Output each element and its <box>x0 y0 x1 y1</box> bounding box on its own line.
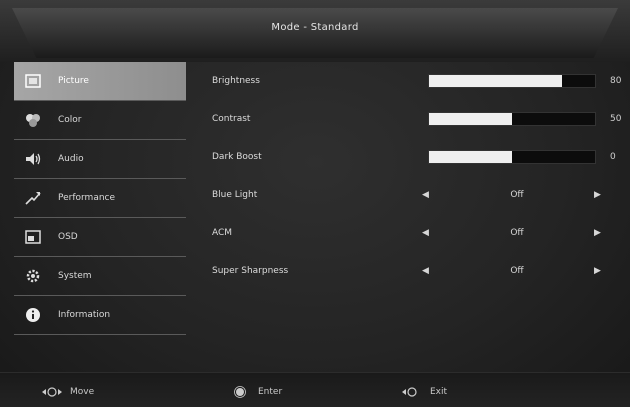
picture-icon <box>24 72 42 90</box>
contrast-value: 50 <box>610 114 622 124</box>
sidebar-item-performance[interactable]: Performance <box>14 179 186 218</box>
color-palette-icon <box>24 111 42 129</box>
sidebar-item-osd[interactable]: OSD <box>14 218 186 257</box>
sidebar-item-label: Performance <box>58 193 116 203</box>
sidebar-item-color[interactable]: Color <box>14 101 186 140</box>
contrast-label: Contrast <box>212 114 251 124</box>
dark-boost-label: Dark Boost <box>212 152 262 162</box>
dark-boost-slider[interactable] <box>428 150 596 164</box>
blue-light-value: Off <box>510 190 524 200</box>
dark-boost-value: 0 <box>610 152 616 162</box>
sidebar-item-label: Color <box>58 115 82 125</box>
gear-icon <box>24 267 42 285</box>
enter-joystick-icon <box>234 386 246 398</box>
performance-arrow-icon <box>24 189 42 207</box>
sidebar-item-audio[interactable]: Audio <box>14 140 186 179</box>
move-joystick-icon <box>42 387 62 397</box>
contrast-slider-fill <box>429 113 512 125</box>
acm-row[interactable]: ACM ◀ Off ▶ <box>212 214 624 252</box>
left-arrow-icon[interactable]: ◀ <box>422 228 429 238</box>
sidebar-item-picture[interactable]: Picture <box>14 62 186 101</box>
footer-hints: Move Enter Exit <box>0 372 630 407</box>
speaker-icon <box>24 150 42 168</box>
brightness-row[interactable]: Brightness 80 <box>212 62 624 100</box>
header-panel <box>12 8 618 58</box>
exit-joystick-icon <box>402 387 417 397</box>
super-sharpness-value: Off <box>510 266 524 276</box>
settings-panel: Brightness 80 Contrast 50 Dark Boost 0 B… <box>212 62 624 290</box>
right-arrow-icon[interactable]: ▶ <box>594 228 601 238</box>
enter-label: Enter <box>258 387 283 397</box>
left-arrow-icon[interactable]: ◀ <box>422 266 429 276</box>
sidebar-item-label: Information <box>58 310 111 320</box>
sidebar-item-label: OSD <box>58 232 78 242</box>
dark-boost-slider-fill <box>429 151 512 163</box>
right-arrow-icon[interactable]: ▶ <box>594 190 601 200</box>
contrast-slider[interactable] <box>428 112 596 126</box>
dark-boost-row[interactable]: Dark Boost 0 <box>212 138 624 176</box>
blue-light-label: Blue Light <box>212 190 258 200</box>
mode-title: Mode - Standard <box>271 22 359 33</box>
super-sharpness-row[interactable]: Super Sharpness ◀ Off ▶ <box>212 252 624 290</box>
acm-value: Off <box>510 228 524 238</box>
left-arrow-icon[interactable]: ◀ <box>422 190 429 200</box>
header-bar: Mode - Standard <box>0 0 630 62</box>
brightness-slider[interactable] <box>428 74 596 88</box>
super-sharpness-label: Super Sharpness <box>212 266 289 276</box>
brightness-slider-fill <box>429 75 562 87</box>
move-label: Move <box>70 387 95 397</box>
sidebar-item-system[interactable]: System <box>14 257 186 296</box>
brightness-label: Brightness <box>212 76 260 86</box>
acm-label: ACM <box>212 228 233 238</box>
sidebar-item-label: Audio <box>58 154 84 164</box>
sidebar-item-label: System <box>58 271 92 281</box>
enter-hint: Enter <box>228 386 282 398</box>
right-arrow-icon[interactable]: ▶ <box>594 266 601 276</box>
move-hint: Move <box>40 386 94 398</box>
sidebar: Picture Color Audio Performance OSD Syst… <box>14 62 186 335</box>
sidebar-item-information[interactable]: Information <box>14 296 186 335</box>
sidebar-item-label: Picture <box>58 76 89 86</box>
info-icon <box>24 306 42 324</box>
contrast-row[interactable]: Contrast 50 <box>212 100 624 138</box>
brightness-value: 80 <box>610 76 622 86</box>
osd-icon <box>24 228 42 246</box>
exit-label: Exit <box>430 387 448 397</box>
blue-light-row[interactable]: Blue Light ◀ Off ▶ <box>212 176 624 214</box>
exit-hint: Exit <box>400 386 447 398</box>
